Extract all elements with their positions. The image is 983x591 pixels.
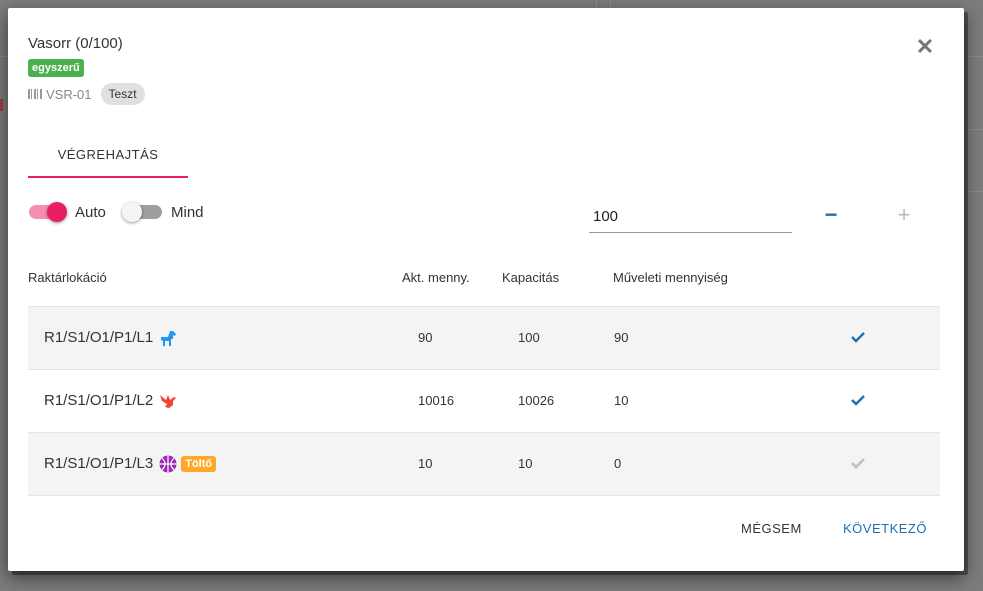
cancel-button[interactable]: MÉGSEM <box>741 521 802 536</box>
locations-table: R1/S1/O1/P1/L1 90 100 90 R1/S1/O1/P1/L2 … <box>28 306 940 496</box>
check-icon[interactable] <box>849 454 867 472</box>
next-button[interactable]: KÖVETKEZŐ <box>843 521 927 536</box>
backdrop-divider <box>610 0 611 8</box>
increment-button[interactable]: + <box>889 202 919 228</box>
header-current-qty: Akt. menny. <box>402 270 470 285</box>
auto-label: Auto <box>75 204 106 221</box>
quantity-input[interactable] <box>589 201 792 233</box>
product-code-row: VSR-01 Teszt <box>28 83 145 105</box>
product-code: VSR-01 <box>46 86 92 102</box>
backdrop-marker <box>0 99 3 111</box>
backdrop-divider <box>0 56 8 57</box>
basketball-icon <box>159 455 177 473</box>
header-capacity: Kapacitás <box>502 270 560 285</box>
capacity-cell: 10 <box>518 456 533 471</box>
auto-toggle[interactable] <box>29 202 67 222</box>
type-badge: egyszerű <box>28 59 84 77</box>
location-cell: R1/S1/O1/P1/L2 <box>44 370 178 432</box>
backdrop-divider <box>964 191 983 192</box>
header-operation-qty: Műveleti mennyiség <box>613 270 728 285</box>
tab-vegrehajtas[interactable]: VÉGREHAJTÁS <box>28 138 188 178</box>
barcode-icon <box>28 89 42 99</box>
dove-icon <box>160 395 177 408</box>
header-location: Raktárlokáció <box>28 270 107 285</box>
mind-toggle-knob <box>122 202 142 222</box>
auto-toggle-knob <box>47 202 67 222</box>
mind-label: Mind <box>171 204 204 221</box>
location-cell: R1/S1/O1/P1/L1 <box>44 307 178 369</box>
current-qty-cell: 10 <box>418 456 433 471</box>
mind-toggle[interactable] <box>122 202 162 222</box>
location-name: R1/S1/O1/P1/L1 <box>44 329 154 346</box>
tag-chip: Teszt <box>100 83 145 105</box>
location-name: R1/S1/O1/P1/L3 <box>44 455 154 472</box>
table-row[interactable]: R1/S1/O1/P1/L3 Töltő 10 10 0 <box>28 432 940 496</box>
filler-badge: Töltő <box>181 456 217 472</box>
backdrop-divider <box>596 0 597 8</box>
horse-icon <box>161 331 177 346</box>
table-row[interactable]: R1/S1/O1/P1/L2 10016 10026 10 <box>28 369 940 432</box>
operation-qty-cell: 10 <box>614 393 629 408</box>
decrement-button[interactable]: − <box>816 202 846 228</box>
current-qty-cell: 90 <box>418 330 433 345</box>
check-icon[interactable] <box>849 328 867 346</box>
location-name: R1/S1/O1/P1/L2 <box>44 392 154 409</box>
backdrop-divider <box>964 56 983 57</box>
location-cell: R1/S1/O1/P1/L3 Töltő <box>44 433 217 495</box>
backdrop-divider <box>964 129 983 130</box>
close-icon[interactable]: ✕ <box>912 36 938 58</box>
operation-qty-cell: 90 <box>614 330 629 345</box>
check-icon[interactable] <box>849 391 867 409</box>
dialog-title: Vasorr (0/100) <box>28 35 123 52</box>
capacity-cell: 100 <box>518 330 540 345</box>
table-row[interactable]: R1/S1/O1/P1/L1 90 100 90 <box>28 306 940 369</box>
operation-qty-cell: 0 <box>614 456 622 471</box>
capacity-cell: 10026 <box>518 393 555 408</box>
current-qty-cell: 10016 <box>418 393 455 408</box>
location-dialog: Vasorr (0/100) egyszerű VSR-01 Teszt ✕ V… <box>8 8 964 571</box>
